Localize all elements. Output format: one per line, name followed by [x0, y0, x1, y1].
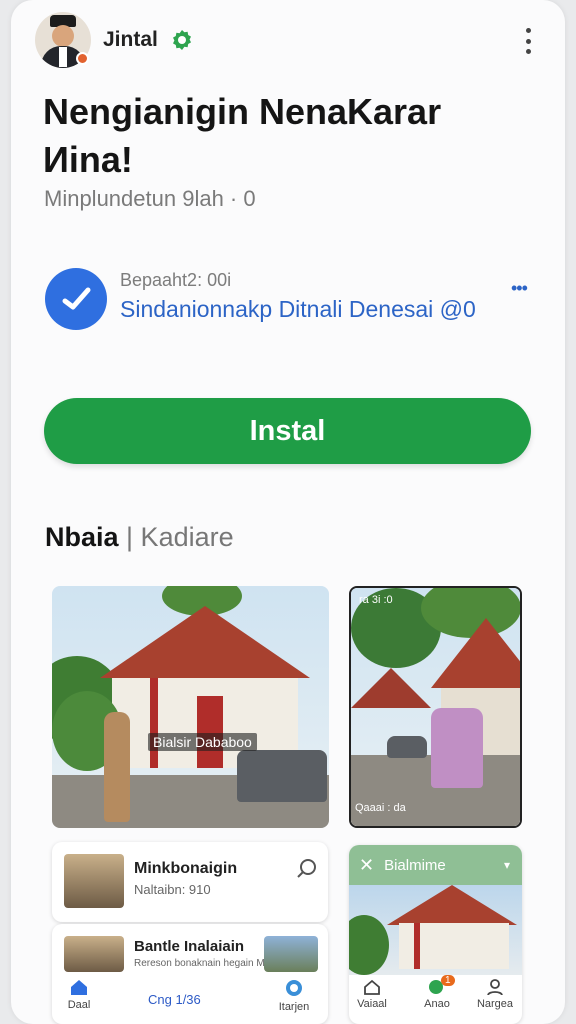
more-options-icon[interactable]: [521, 28, 535, 54]
apps-badge: 1: [441, 975, 455, 986]
developer-link[interactable]: Sindanionnakp Ditnali Denesai @0: [120, 296, 476, 323]
nav-left-home[interactable]: Daal: [62, 978, 96, 1011]
nav-left-globe-label: Itarjen: [278, 1001, 310, 1013]
screenshot-2-top-text: ra 3i :0: [359, 594, 393, 606]
app-subtitle: Minplundetun 9lah · 0: [44, 186, 256, 211]
home-icon: [364, 979, 380, 995]
avatar-badge: [76, 52, 89, 65]
section-title-main: Nbaia: [45, 522, 119, 552]
chevron-down-icon[interactable]: ▾: [504, 858, 510, 872]
list-card-2-side-thumbnail: [264, 936, 318, 972]
app-title: Nengianigin NenaKarar Иina!: [43, 91, 442, 180]
close-icon[interactable]: ✕: [359, 855, 374, 876]
nav-right-user[interactable]: Nargea: [475, 979, 515, 1010]
nav-right-apps[interactable]: 1 Anao: [417, 975, 457, 1010]
info-label: Bepaaht2: 00i: [120, 270, 232, 290]
list-card-1-subtitle: Naltaibn: 910: [134, 882, 211, 897]
verified-badge-icon: [173, 30, 191, 50]
info-more-icon[interactable]: •••: [511, 278, 528, 299]
section-title-sub: | Kadiare: [126, 522, 234, 552]
screenshot-2[interactable]: ra 3i :0 Qaaai : da: [349, 586, 522, 828]
nav-right-user-label: Nargea: [476, 998, 514, 1010]
promo-header: ✕ Bialmime ▾: [349, 845, 522, 885]
list-card-2[interactable]: Bantle Inalaiain Rereson bonaknain hegai…: [52, 924, 328, 1024]
promo-header-label: Bialmime: [384, 856, 446, 874]
channel-name[interactable]: Jintal: [103, 28, 158, 52]
list-card-1-title: Minkbonaigin: [134, 860, 238, 877]
nav-right-apps-label: Anao: [424, 998, 450, 1010]
nav-left-home-label: Daal: [67, 999, 91, 1011]
screenshot-2-bottom-text: Qaaai : da: [355, 802, 406, 814]
promo-card[interactable]: ✕ Bialmime ▾ Vaiaal 1 Anao Nargea: [349, 845, 522, 1024]
list-card-1[interactable]: Minkbonaigin Naltaibn: 910: [52, 842, 328, 922]
check-icon: [45, 268, 107, 330]
nav-right-home-label: Vaiaal: [357, 998, 387, 1010]
list-card-1-thumbnail: [64, 854, 124, 908]
home-icon: [71, 980, 87, 995]
section-title: Nbaia | Kadiare: [45, 522, 234, 553]
nav-left-globe[interactable]: Itarjen: [272, 978, 316, 1013]
search-icon[interactable]: [296, 858, 318, 880]
user-icon: [487, 979, 503, 996]
screenshot-1[interactable]: Bialsir Dababoo: [52, 586, 329, 828]
list-card-2-title: Bantle Inalaiain: [134, 938, 245, 955]
list-card-2-thumbnail: [64, 936, 124, 972]
globe-icon: [286, 980, 302, 996]
list-card-2-footer: Cng 1/36: [148, 992, 201, 1007]
nav-right-home[interactable]: Vaiaal: [357, 979, 387, 1010]
screenshot-1-caption: Bialsir Dababoo: [148, 733, 257, 751]
app-detail-card: Jintal Nengianigin NenaKarar Иina! Minpl…: [11, 0, 565, 1024]
install-button[interactable]: Instal: [44, 398, 531, 464]
